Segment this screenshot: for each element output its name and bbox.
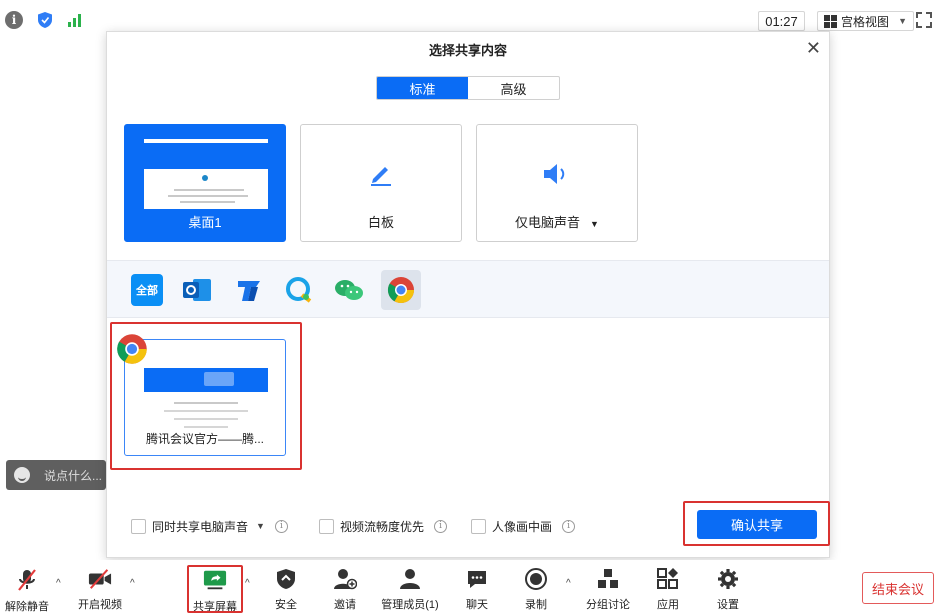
add-user-icon bbox=[333, 568, 357, 590]
qq-browser-icon[interactable] bbox=[283, 274, 315, 306]
chat-icon bbox=[465, 568, 489, 590]
start-video-button[interactable]: 开启视频 bbox=[70, 568, 130, 612]
tencent-docs-icon[interactable] bbox=[233, 274, 265, 306]
caret-down-icon[interactable]: ▼ bbox=[256, 521, 265, 531]
confirm-share-button[interactable]: 确认共享 bbox=[697, 510, 817, 539]
pencil-icon bbox=[367, 159, 395, 190]
unmute-label: 解除静音 bbox=[5, 601, 49, 613]
window-thumbnail bbox=[144, 364, 268, 434]
record-button[interactable]: 录制 bbox=[506, 568, 566, 612]
chat-placeholder: 说点什么... bbox=[44, 468, 103, 483]
whiteboard-option[interactable]: 白板 bbox=[300, 124, 462, 242]
signal-icon[interactable] bbox=[66, 11, 84, 29]
computer-audio-option[interactable]: 仅电脑声音 ▼ bbox=[476, 124, 638, 242]
start-video-label: 开启视频 bbox=[78, 599, 122, 611]
apps-label: 应用 bbox=[657, 599, 679, 611]
outlook-icon[interactable] bbox=[181, 274, 213, 306]
video-smooth-checkbox[interactable] bbox=[319, 518, 334, 534]
end-meeting-button[interactable]: 结束会议 bbox=[862, 572, 934, 604]
app-filter-strip: 全部 bbox=[107, 260, 829, 318]
caret-down-icon[interactable]: ▼ bbox=[590, 219, 599, 229]
meeting-toolbar: 解除静音 ^ 开启视频 ^ 共享屏幕 ^ 安全 邀请 管理成员(1) 聊天 录制… bbox=[0, 560, 934, 613]
pip-label: 人像画中画 bbox=[492, 519, 553, 534]
camera-off-icon bbox=[88, 568, 112, 590]
manage-members-button[interactable]: 管理成员(1) bbox=[380, 568, 440, 612]
caret-up-icon[interactable]: ^ bbox=[130, 578, 135, 589]
breakout-icon bbox=[596, 568, 620, 590]
info-icon[interactable]: i bbox=[5, 11, 23, 29]
chat-input[interactable]: 说点什么... bbox=[6, 460, 106, 490]
apps-button[interactable]: 应用 bbox=[638, 568, 698, 612]
caret-up-icon[interactable]: ^ bbox=[245, 578, 250, 589]
desktop-option[interactable]: 桌面1 bbox=[124, 124, 286, 242]
caret-up-icon[interactable]: ^ bbox=[566, 578, 571, 589]
pip-checkbox[interactable] bbox=[471, 518, 486, 534]
breakout-rooms-label: 分组讨论 bbox=[586, 599, 630, 611]
share-audio-checkbox[interactable] bbox=[131, 518, 146, 534]
record-icon bbox=[524, 568, 548, 590]
computer-audio-label: 仅电脑声音 ▼ bbox=[515, 215, 599, 230]
pip-option[interactable]: 人像画中画 i bbox=[471, 518, 576, 534]
chat-button[interactable]: 聊天 bbox=[447, 568, 507, 612]
breakout-rooms-button[interactable]: 分组讨论 bbox=[578, 568, 638, 612]
security-label: 安全 bbox=[275, 599, 297, 611]
tab-advanced[interactable]: 高级 bbox=[468, 77, 559, 99]
all-apps-button[interactable]: 全部 bbox=[131, 274, 163, 306]
window-option-label: 腾讯会议官方——腾... bbox=[145, 432, 264, 446]
share-audio-option[interactable]: 同时共享电脑声音 ▼ i bbox=[131, 518, 288, 534]
shield-icon[interactable] bbox=[36, 11, 54, 29]
share-screen-button[interactable]: 共享屏幕 bbox=[185, 568, 245, 613]
whiteboard-option-label: 白板 bbox=[367, 215, 394, 230]
speaker-icon bbox=[541, 161, 571, 190]
tab-standard[interactable]: 标准 bbox=[377, 77, 468, 99]
share-screen-label: 共享屏幕 bbox=[193, 601, 237, 613]
shield-icon bbox=[274, 568, 298, 590]
gear-icon bbox=[716, 568, 740, 590]
mic-muted-icon bbox=[15, 568, 39, 592]
view-mode-button[interactable]: 宫格视图 ▼ bbox=[817, 11, 914, 31]
desktop-thumbnail bbox=[144, 139, 268, 209]
share-audio-label: 同时共享电脑声音 bbox=[152, 519, 249, 534]
help-icon[interactable]: i bbox=[274, 519, 288, 533]
view-mode-label: 宫格视图 bbox=[841, 14, 890, 29]
meeting-timer: 01:27 bbox=[758, 11, 805, 31]
video-smooth-option[interactable]: 视频流畅度优先 i bbox=[319, 518, 448, 534]
security-button[interactable]: 安全 bbox=[256, 568, 316, 612]
record-label: 录制 bbox=[525, 599, 547, 611]
close-icon[interactable]: ✕ bbox=[806, 38, 821, 59]
help-icon[interactable]: i bbox=[562, 519, 576, 533]
members-icon bbox=[398, 568, 422, 590]
share-content-dialog: 选择共享内容 ✕ 标准 高级 桌面1 白板 仅电脑声音 ▼ 全部 腾讯会议官方—… bbox=[106, 31, 830, 558]
emoji-icon[interactable] bbox=[14, 467, 30, 483]
settings-label: 设置 bbox=[717, 599, 739, 611]
invite-button[interactable]: 邀请 bbox=[315, 568, 375, 612]
video-smooth-label: 视频流畅度优先 bbox=[340, 519, 425, 534]
window-option[interactable]: 腾讯会议官方——腾... bbox=[117, 334, 286, 456]
chrome-icon[interactable] bbox=[381, 270, 421, 310]
caret-up-icon[interactable]: ^ bbox=[56, 578, 61, 589]
apps-icon bbox=[656, 568, 680, 590]
wechat-icon[interactable] bbox=[333, 274, 365, 306]
help-icon[interactable]: i bbox=[434, 519, 448, 533]
manage-members-label: 管理成员(1) bbox=[381, 599, 439, 611]
dialog-title: 选择共享内容 bbox=[428, 43, 507, 58]
caret-down-icon: ▼ bbox=[898, 16, 907, 26]
share-screen-icon bbox=[203, 568, 227, 592]
grid-icon bbox=[824, 14, 837, 28]
desktop-option-label: 桌面1 bbox=[188, 215, 222, 230]
invite-label: 邀请 bbox=[334, 599, 356, 611]
share-mode-tabs: 标准 高级 bbox=[376, 76, 560, 100]
unmute-button[interactable]: 解除静音 bbox=[0, 568, 57, 613]
chat-label: 聊天 bbox=[466, 599, 488, 611]
fullscreen-icon[interactable] bbox=[916, 12, 932, 28]
settings-button[interactable]: 设置 bbox=[698, 568, 758, 612]
